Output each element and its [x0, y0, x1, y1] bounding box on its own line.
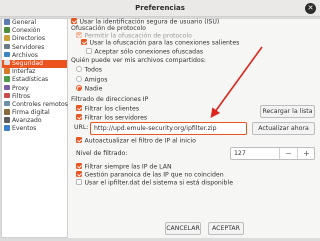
radio-all[interactable] — [76, 66, 82, 72]
sidebar-item-label: Servidores — [12, 43, 45, 51]
ipfilter-heading: Filtrado de direcciones IP — [71, 96, 149, 103]
sidebar: General Conexión Directorios Servidores Arch… — [1, 18, 68, 238]
secure-id-checkbox[interactable] — [71, 18, 77, 24]
cancel-button[interactable]: CANCELAR — [165, 222, 201, 235]
paranoid-label: Gestión paranoica de las IP que no coinc… — [84, 171, 224, 179]
sidebar-item-label: Eventos — [12, 125, 37, 133]
radio-all-label: Todos — [84, 66, 102, 74]
paranoid-checkbox[interactable] — [76, 171, 82, 177]
sidebar-item-label: Avanzado — [12, 117, 42, 125]
radio-friends-label: Amigos — [84, 76, 108, 84]
system-ipfilter-checkbox[interactable] — [76, 179, 82, 185]
filters-icon — [4, 92, 10, 99]
filter-clients-checkbox[interactable] — [76, 105, 82, 111]
statistics-icon — [4, 76, 10, 82]
sidebar-item-label: General — [12, 19, 37, 26]
sidebar-item-proxy[interactable]: Proxy — [2, 84, 67, 93]
signature-icon — [4, 109, 10, 115]
connection-icon — [4, 27, 10, 33]
proxy-icon — [4, 84, 10, 90]
autoupdate-label: Autoactualizar el filtro de IP al inicio — [84, 137, 196, 145]
update-now-button[interactable]: Actualizar ahora — [252, 122, 315, 135]
sidebar-item-signature[interactable]: Firma digital — [2, 109, 67, 117]
shared-files-heading: Quién puede ver mis archivos compartidos… — [71, 57, 207, 64]
outgoing-obfuscation-option[interactable]: Usar la ofuscación para las conexiones s… — [81, 39, 239, 47]
window-title: Preferencias — [135, 4, 185, 12]
radio-friends[interactable] — [76, 76, 82, 82]
sidebar-item-label: Directorios — [12, 35, 46, 43]
increment-button[interactable]: + — [297, 148, 315, 159]
interface-icon — [4, 68, 10, 74]
filter-servers-label: Filtrar los servidores — [84, 114, 148, 122]
advanced-icon — [4, 117, 10, 123]
radio-nobody-label: Nadie — [84, 85, 103, 93]
filter-level-value[interactable]: 127 — [234, 148, 246, 159]
system-ipfilter-option[interactable]: Usar el ipfilter.dat del sistema si está… — [76, 179, 233, 187]
only-obfuscated-option[interactable]: Aceptar sólo conexiones ofuscadas — [86, 48, 203, 56]
radio-nobody-option[interactable]: Nadie — [76, 85, 102, 93]
sidebar-item-servers[interactable]: Servidores — [2, 43, 67, 52]
sidebar-item-connection[interactable]: Conexión — [2, 27, 67, 35]
outgoing-obfuscation-label: Usar la ofuscación para las conexiones s… — [89, 39, 240, 47]
radio-nobody[interactable] — [76, 85, 82, 91]
files-icon — [4, 51, 10, 58]
sidebar-item-label: Proxy — [12, 84, 29, 92]
general-icon — [4, 19, 10, 25]
system-ipfilter-label: Usar el ipfilter.dat del sistema si está… — [84, 179, 234, 187]
sidebar-item-label: Archivos — [12, 51, 38, 59]
sidebar-item-label: Controles remotos — [12, 100, 68, 108]
sidebar-item-label: Seguridad — [12, 59, 44, 67]
decrement-button[interactable]: − — [279, 148, 297, 159]
title-bar: Preferencias ✕ — [0, 0, 320, 17]
url-label: URL: — [74, 124, 89, 131]
sidebar-item-filters[interactable]: Filtros — [2, 92, 67, 101]
filter-clients-label: Filtrar los clientes — [84, 105, 140, 113]
lan-filter-option[interactable]: Filtrar siempre las IP de LAN — [76, 163, 172, 171]
reload-list-button[interactable]: Recargar la lista — [260, 105, 315, 118]
security-panel: Usar la identificación segura de usuario… — [68, 18, 320, 238]
security-icon — [4, 59, 10, 66]
only-obfuscated-label: Aceptar sólo conexiones ofuscadas — [94, 48, 204, 56]
paranoid-option[interactable]: Gestión paranoica de las IP que no coinc… — [76, 171, 224, 179]
outgoing-obfuscation-checkbox[interactable] — [81, 39, 87, 45]
sidebar-item-events[interactable]: Eventos — [2, 125, 67, 133]
sidebar-item-label: Filtros — [12, 92, 31, 100]
autoupdate-checkbox[interactable] — [76, 137, 82, 143]
events-icon — [4, 125, 10, 131]
servers-icon — [4, 43, 10, 50]
only-obfuscated-checkbox[interactable] — [86, 48, 92, 54]
remote-control-icon — [4, 100, 10, 107]
close-button[interactable]: ✕ — [305, 3, 316, 14]
radio-friends-option[interactable]: Amigos — [76, 76, 107, 84]
filter-servers-option[interactable]: Filtrar los servidores — [76, 114, 147, 122]
sidebar-item-folder[interactable]: Directorios — [2, 35, 67, 43]
filter-servers-checkbox[interactable] — [76, 114, 82, 120]
sidebar-item-label: Estadísticas — [12, 76, 49, 84]
sidebar-item-remote-control[interactable]: Controles remotos — [2, 100, 68, 109]
sidebar-item-general[interactable]: General — [2, 19, 67, 27]
accept-button[interactable]: ACEPTAR — [208, 222, 244, 235]
sidebar-item-label: Interfaz — [12, 68, 36, 76]
sidebar-item-statistics[interactable]: Estadísticas — [2, 76, 67, 84]
filter-clients-option[interactable]: Filtrar los clientes — [76, 105, 139, 113]
sidebar-item-label: Conexión — [12, 27, 41, 35]
folder-icon — [4, 35, 10, 41]
lan-filter-label: Filtrar siempre las IP de LAN — [84, 163, 172, 171]
radio-all-option[interactable]: Todos — [76, 66, 102, 74]
sidebar-item-files[interactable]: Archivos — [2, 51, 67, 60]
sidebar-item-label: Firma digital — [12, 109, 50, 117]
autoupdate-option[interactable]: Autoactualizar el filtro de IP al inicio — [76, 137, 196, 145]
filter-level-label: Nivel de filtrado: — [76, 150, 128, 157]
filter-level-spinner[interactable]: 127 − + — [230, 147, 315, 160]
sidebar-item-security[interactable]: Seguridad — [2, 59, 67, 69]
enable-obfuscation-checkbox[interactable] — [76, 32, 82, 38]
sidebar-item-advanced[interactable]: Avanzado — [2, 117, 67, 125]
lan-filter-checkbox[interactable] — [76, 163, 82, 169]
url-input[interactable]: http://upd.emule-security.org/ipfilter.z… — [90, 122, 247, 135]
